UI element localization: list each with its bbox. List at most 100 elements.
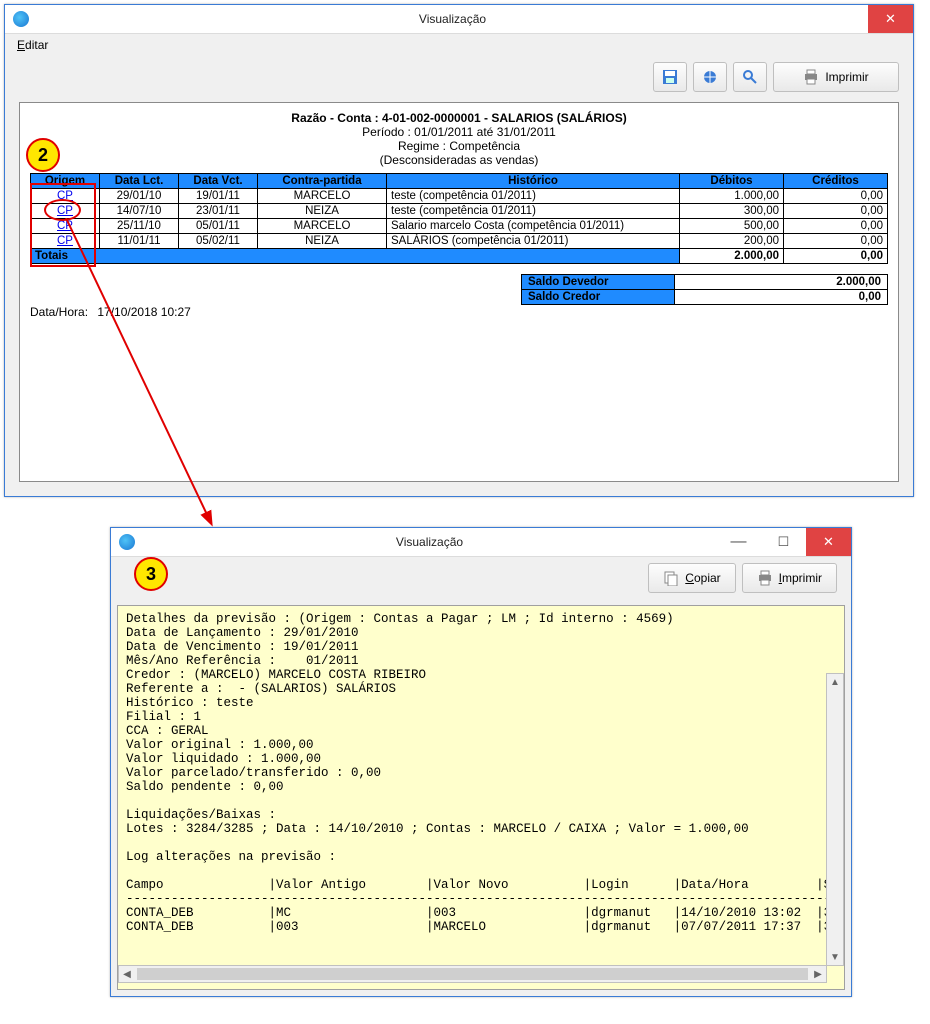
- cell-data-vct: 23/01/11: [179, 204, 258, 219]
- close-button[interactable]: ✕: [806, 528, 851, 556]
- origem-link[interactable]: CP: [57, 220, 73, 232]
- cell-origem: CP: [31, 219, 100, 234]
- scroll-down-icon[interactable]: ▼: [827, 949, 843, 965]
- th-origem: Origem: [31, 174, 100, 189]
- refresh-button[interactable]: [693, 62, 727, 92]
- scroll-left-icon[interactable]: ◀: [119, 966, 135, 982]
- print-label: Imprimir: [825, 70, 868, 84]
- cell-origem: CP: [31, 234, 100, 249]
- report-regime: Regime : Competência: [30, 139, 888, 153]
- origem-link[interactable]: CP: [57, 190, 73, 202]
- cell-hist: teste (competência 01/2011): [387, 189, 680, 204]
- table-row: CP 14/07/1023/01/11NEIZAteste (competênci…: [31, 204, 888, 219]
- save-button[interactable]: [653, 62, 687, 92]
- cell-cred: 0,00: [784, 204, 888, 219]
- window-title: Visualização: [37, 12, 868, 26]
- totals-deb: 2.000,00: [680, 249, 784, 264]
- copy-button[interactable]: Copiar: [648, 563, 735, 593]
- cell-deb: 300,00: [680, 204, 784, 219]
- close-icon: ✕: [885, 11, 896, 27]
- cell-contra: MARCELO: [258, 219, 387, 234]
- cell-contra: NEIZA: [258, 204, 387, 219]
- report-title: Razão - Conta : 4-01-002-0000001 - SALAR…: [30, 111, 888, 125]
- report-panel: 2 Razão - Conta : 4-01-002-0000001 - SAL…: [19, 102, 899, 482]
- magnifier-icon: [742, 69, 758, 85]
- printer-icon: [757, 570, 773, 586]
- toolbar: Imprimir: [5, 56, 913, 98]
- cell-data-lct: 11/01/11: [100, 234, 179, 249]
- cell-deb: 500,00: [680, 219, 784, 234]
- cell-origem: CP: [31, 189, 100, 204]
- scrollbar-horizontal[interactable]: ◀ ▶: [118, 965, 827, 983]
- cell-data-vct: 05/02/11: [179, 234, 258, 249]
- titlebar[interactable]: Visualização ✕: [5, 5, 913, 34]
- th-deb: Débitos: [680, 174, 784, 189]
- minimize-button[interactable]: —: [716, 528, 761, 556]
- totals-label: Totais: [31, 249, 680, 264]
- app-icon: [119, 534, 135, 550]
- origem-link[interactable]: CP: [57, 205, 73, 217]
- copy-icon: [663, 570, 679, 586]
- saldo-devedor-label: Saldo Devedor: [522, 275, 675, 290]
- cell-data-lct: 14/07/10: [100, 204, 179, 219]
- saldo-credor-label: Saldo Credor: [522, 290, 675, 305]
- minimize-icon: —: [731, 533, 747, 551]
- callout-2: 2: [26, 138, 60, 172]
- callout-3: 3: [134, 557, 168, 591]
- scrollbar-vertical[interactable]: ▲ ▼: [826, 673, 844, 966]
- th-cred: Créditos: [784, 174, 888, 189]
- cell-data-lct: 25/11/10: [100, 219, 179, 234]
- cell-hist: Salario marcelo Costa (competência 01/20…: [387, 219, 680, 234]
- cell-cred: 0,00: [784, 189, 888, 204]
- app-icon: [13, 11, 29, 27]
- close-icon: ✕: [823, 534, 834, 550]
- maximize-icon: ☐: [778, 534, 790, 550]
- scroll-thumb[interactable]: [137, 968, 808, 980]
- cell-contra: MARCELO: [258, 189, 387, 204]
- balance-table: Saldo Devedor 2.000,00 Saldo Credor 0,00: [521, 274, 888, 305]
- th-data-vct: Data Vct.: [179, 174, 258, 189]
- totals-row: Totais 2.000,00 0,00: [31, 249, 888, 264]
- totals-cred: 0,00: [784, 249, 888, 264]
- window-title: Visualização: [143, 535, 716, 549]
- report-note: (Desconsideradas as vendas): [30, 153, 888, 167]
- table-row: CP 25/11/1005/01/11MARCELOSalario marcelo…: [31, 219, 888, 234]
- scroll-up-icon[interactable]: ▲: [827, 674, 843, 690]
- cell-contra: NEIZA: [258, 234, 387, 249]
- copy-label: Copiar: [685, 571, 720, 585]
- cell-deb: 1.000,00: [680, 189, 784, 204]
- scroll-right-icon[interactable]: ▶: [810, 966, 826, 982]
- printer-icon: [803, 69, 819, 85]
- cell-hist: teste (competência 01/2011): [387, 204, 680, 219]
- cell-data-lct: 29/01/10: [100, 189, 179, 204]
- maximize-button[interactable]: ☐: [761, 528, 806, 556]
- report-header: Razão - Conta : 4-01-002-0000001 - SALAR…: [30, 111, 888, 167]
- saldo-credor-value: 0,00: [675, 290, 888, 305]
- print-label: Imprimir: [779, 571, 822, 585]
- details-text[interactable]: Detalhes da previsão : (Origem : Contas …: [117, 605, 845, 990]
- toolbar: Copiar Imprimir: [111, 557, 851, 599]
- cell-cred: 0,00: [784, 234, 888, 249]
- globe-icon: [702, 69, 718, 85]
- menu-editar[interactable]: Editar: [11, 36, 54, 54]
- cell-cred: 0,00: [784, 219, 888, 234]
- print-button[interactable]: Imprimir: [773, 62, 899, 92]
- th-hist: Histórico: [387, 174, 680, 189]
- origem-link[interactable]: CP: [57, 235, 73, 247]
- cell-data-vct: 19/01/11: [179, 189, 258, 204]
- menubar: Editar: [5, 34, 913, 56]
- titlebar[interactable]: Visualização — ☐ ✕: [111, 528, 851, 557]
- cell-deb: 200,00: [680, 234, 784, 249]
- disk-icon: [662, 69, 678, 85]
- print-button[interactable]: Imprimir: [742, 563, 837, 593]
- table-row: CP 11/01/1105/02/11NEIZASALÁRIOS (competê…: [31, 234, 888, 249]
- report-period: Período : 01/01/2011 até 31/01/2011: [30, 125, 888, 139]
- cell-origem: CP: [31, 204, 100, 219]
- cell-data-vct: 05/01/11: [179, 219, 258, 234]
- th-data-lct: Data Lct.: [100, 174, 179, 189]
- zoom-button[interactable]: [733, 62, 767, 92]
- close-button[interactable]: ✕: [868, 5, 913, 33]
- ledger-table: Origem Data Lct. Data Vct. Contra-partid…: [30, 173, 888, 264]
- cell-hist: SALÁRIOS (competência 01/2011): [387, 234, 680, 249]
- timestamp: Data/Hora: 17/10/2018 10:27: [30, 305, 888, 319]
